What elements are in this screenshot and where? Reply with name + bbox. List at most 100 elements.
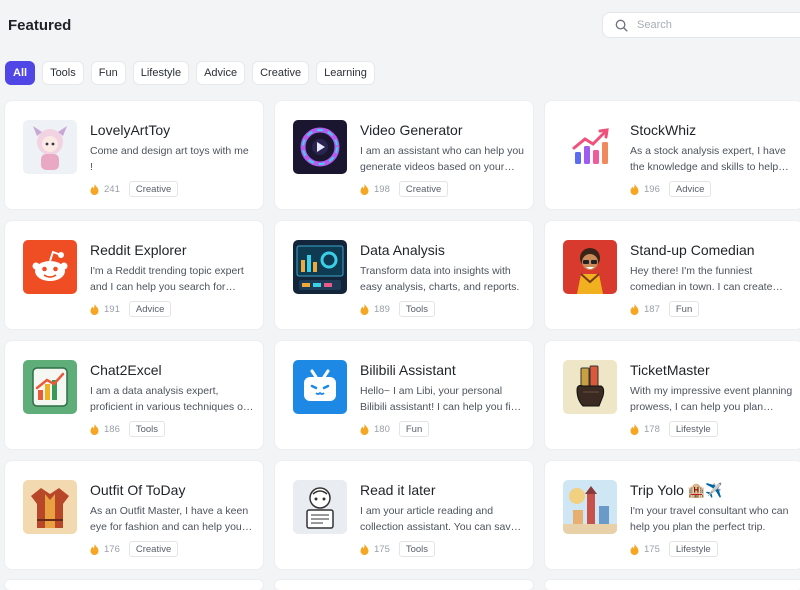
assistant-description: As a stock analysis expert, I have the k…: [630, 145, 786, 173]
flame-icon: [360, 303, 369, 315]
comedian-avatar: [563, 240, 617, 294]
assistant-card[interactable]: Data Analysis Transform data into insigh…: [275, 221, 533, 329]
usage-count: 180: [374, 423, 390, 435]
usage-count: 187: [644, 303, 660, 315]
assistant-card-partial[interactable]: [275, 580, 533, 590]
flame-icon: [90, 303, 99, 315]
usage-count: 241: [104, 183, 120, 195]
category-tag: Lifestyle: [668, 421, 718, 437]
assistant-card[interactable]: Chat2Excel I am a data analysis expert, …: [5, 341, 263, 449]
usage-count: 191: [104, 303, 120, 315]
assistant-description: With my impressive event planning prowes…: [630, 385, 793, 413]
tab-fun[interactable]: Fun: [90, 61, 126, 85]
assistant-meta: 180 Fun: [360, 421, 430, 437]
assistant-name: Data Analysis: [360, 242, 445, 258]
assistant-card-partial[interactable]: [545, 580, 800, 590]
assistant-meta: 198 Creative: [360, 181, 449, 197]
category-tabs: All Tools Fun Lifestyle Advice Creative …: [5, 61, 375, 85]
usage-count: 196: [644, 183, 660, 195]
search-icon: [615, 19, 628, 32]
assistant-name: StockWhiz: [630, 122, 697, 138]
tab-advice[interactable]: Advice: [196, 61, 246, 85]
assistant-card[interactable]: Read it later I am your article reading …: [275, 461, 533, 569]
assistant-name: LovelyArtToy: [90, 122, 171, 138]
assistant-description: I am your article reading and collection…: [360, 505, 517, 533]
assistant-card[interactable]: StockWhiz As a stock analysis expert, I …: [545, 101, 800, 209]
category-tag: Creative: [128, 181, 179, 197]
category-tag: Creative: [398, 181, 449, 197]
assistant-description: I'm your travel consultant who can help …: [630, 505, 789, 533]
flame-icon: [90, 423, 99, 435]
assistant-card[interactable]: Stand-up Comedian Hey there! I'm the fun…: [545, 221, 800, 329]
assistant-description: Hey there! I'm the funniest comedian in …: [630, 265, 773, 293]
assistant-meta: 186 Tools: [90, 421, 166, 437]
search-box[interactable]: [602, 12, 800, 38]
category-tag: Fun: [398, 421, 430, 437]
category-tag: Lifestyle: [668, 541, 718, 557]
tab-learning[interactable]: Learning: [316, 61, 375, 85]
usage-count: 175: [644, 543, 660, 555]
assistant-description: Transform data into insights with easy a…: [360, 265, 520, 293]
assistant-description: I'm a Reddit trending topic expert and I…: [90, 265, 244, 293]
assistant-card-partial[interactable]: [5, 580, 263, 590]
assistant-card[interactable]: Trip Yolo 🏨✈️ I'm your travel consultant…: [545, 461, 800, 569]
assistant-grid: LovelyArtToy Come and design art toys wi…: [5, 101, 800, 569]
assistant-name: TicketMaster: [630, 362, 710, 378]
category-tag: Tools: [398, 541, 436, 557]
flame-icon: [360, 423, 369, 435]
assistant-name: Chat2Excel: [90, 362, 162, 378]
assistant-meta: 175 Tools: [360, 541, 436, 557]
assistant-card[interactable]: Outfit Of ToDay As an Outfit Master, I h…: [5, 461, 263, 569]
usage-count: 176: [104, 543, 120, 555]
assistant-name: Outfit Of ToDay: [90, 482, 186, 498]
tab-lifestyle[interactable]: Lifestyle: [132, 61, 190, 85]
category-tag: Creative: [128, 541, 179, 557]
flame-icon: [630, 303, 639, 315]
tab-all[interactable]: All: [5, 61, 36, 85]
assistant-meta: 178 Lifestyle: [630, 421, 718, 437]
excel-chart-avatar: [23, 360, 77, 414]
assistant-name: Stand-up Comedian: [630, 242, 755, 258]
assistant-meta: 196 Advice: [630, 181, 712, 197]
flame-icon: [360, 183, 369, 195]
flame-icon: [630, 183, 639, 195]
reader-avatar: [293, 480, 347, 534]
tab-tools[interactable]: Tools: [42, 61, 84, 85]
assistant-meta: 175 Lifestyle: [630, 541, 718, 557]
stock-chart-avatar: [563, 120, 617, 174]
usage-count: 178: [644, 423, 660, 435]
page-title: Featured: [8, 17, 72, 34]
assistant-card[interactable]: Reddit Explorer I'm a Reddit trending to…: [5, 221, 263, 329]
flame-icon: [360, 543, 369, 555]
assistant-card[interactable]: LovelyArtToy Come and design art toys wi…: [5, 101, 263, 209]
assistant-description: I am a data analysis expert, proficient …: [90, 385, 246, 413]
reddit-avatar: [23, 240, 77, 294]
flame-icon: [90, 543, 99, 555]
category-tag: Fun: [668, 301, 700, 317]
category-tag: Tools: [128, 421, 166, 437]
ticket-hand-avatar: [563, 360, 617, 414]
assistant-card[interactable]: Video Generator I am an assistant who ca…: [275, 101, 533, 209]
assistant-meta: 187 Fun: [630, 301, 700, 317]
tab-creative[interactable]: Creative: [252, 61, 310, 85]
assistant-name: Reddit Explorer: [90, 242, 187, 258]
assistant-description: Come and design art toys with me !: [90, 145, 249, 173]
assistant-description: As an Outfit Master, I have a keen eye f…: [90, 505, 249, 533]
assistant-meta: 191 Advice: [90, 301, 172, 317]
assistant-name: Trip Yolo 🏨✈️: [630, 482, 723, 498]
assistant-description: Hello~ I am Libi, your personal Bilibili…: [360, 385, 523, 413]
assistant-card[interactable]: TicketMaster With my impressive event pl…: [545, 341, 800, 449]
search-input[interactable]: [635, 18, 789, 32]
assistant-description: I am an assistant who can help you gener…: [360, 145, 524, 173]
usage-count: 186: [104, 423, 120, 435]
category-tag: Advice: [128, 301, 172, 317]
flame-icon: [630, 423, 639, 435]
assistant-meta: 176 Creative: [90, 541, 179, 557]
category-tag: Tools: [398, 301, 436, 317]
video-generator-avatar: [293, 120, 347, 174]
assistant-meta: 189 Tools: [360, 301, 436, 317]
flame-icon: [630, 543, 639, 555]
flame-icon: [90, 183, 99, 195]
assistant-name: Read it later: [360, 482, 436, 498]
assistant-card[interactable]: Bilibili Assistant Hello~ I am Libi, you…: [275, 341, 533, 449]
